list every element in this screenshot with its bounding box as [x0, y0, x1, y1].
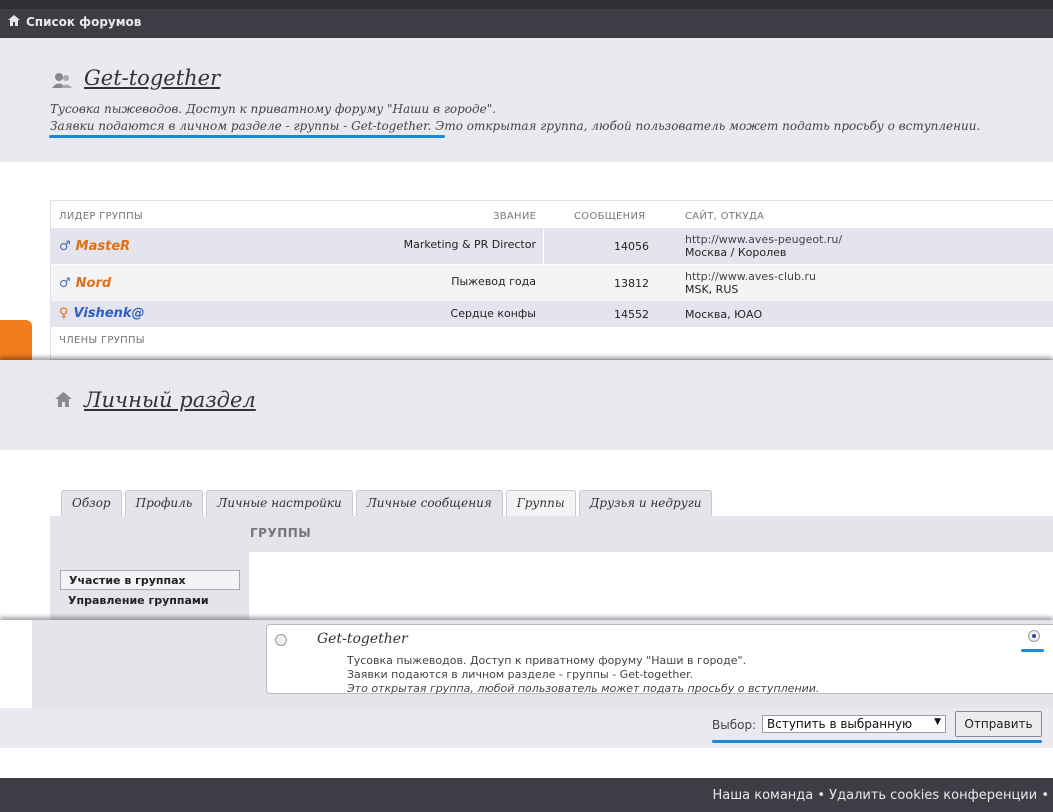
username-link[interactable]: ♀ Vishenk@ [59, 306, 145, 321]
tab-groups[interactable]: Группы [505, 490, 576, 516]
footer: Наша команда • Удалить cookies конференц… [0, 778, 1053, 812]
user-site: Москва, ЮАО [685, 308, 762, 321]
username-link[interactable]: ♂ Nord [59, 276, 111, 291]
username-link[interactable]: ♂ MasteR [59, 239, 130, 254]
tab-friends[interactable]: Друзья и недруги [578, 490, 713, 516]
tab-messages[interactable]: Личные сообщения [355, 490, 503, 516]
group-item-line2: Заявки подаются в личном разделе - групп… [347, 668, 694, 681]
sidebar-item-manage[interactable]: Управление группами [68, 594, 209, 607]
group-description: Тусовка пыжеводов. Доступ к приватному ф… [50, 101, 980, 135]
action-select[interactable]: Вступить в выбранную ▼ [762, 715, 946, 733]
radio-left[interactable] [275, 634, 287, 646]
user-site: http://www.aves-peugeot.ru/Москва / Коро… [685, 233, 842, 259]
tab-body: ГРУППЫ Участие в группах Управление груп… [50, 516, 1053, 620]
group-item-name: Get-together [317, 631, 408, 647]
site-url[interactable]: http://www.aves-peugeot.ru/ [685, 233, 842, 246]
site-url[interactable]: http://www.aves-club.ru [685, 270, 816, 283]
highlight-underline [1021, 649, 1044, 652]
footer-links[interactable]: Наша команда • Удалить cookies конференц… [712, 788, 1049, 803]
radio-select-group[interactable] [1028, 630, 1040, 642]
group-title[interactable]: Get-together [84, 66, 220, 90]
user-location: Москва / Королев [685, 246, 787, 259]
chevron-down-icon: ▼ [934, 717, 941, 727]
members-header: ЧЛЕНЫ ГРУППЫ [59, 335, 145, 346]
tab-settings[interactable]: Личные настройки [206, 490, 353, 516]
content-area [249, 552, 1053, 620]
submit-button[interactable]: Отправить [955, 711, 1042, 737]
breadcrumb[interactable]: Список форумов [8, 15, 141, 29]
group-desc-line1: Тусовка пыжеводов. Доступ к приватному ф… [50, 102, 497, 116]
th-site: САЙТ, ОТКУДА [685, 211, 765, 222]
home-icon [55, 392, 72, 410]
user-location: Москва, ЮАО [685, 308, 763, 321]
group-page-panel: Get-together Тусовка пыжеводов. Доступ к… [0, 38, 1053, 360]
highlight-underline [49, 135, 445, 138]
table-row: ♂ Nord Пыжевод года 13812 http://www.aves… [51, 265, 1053, 301]
group-item-text: Тусовка пыжеводов. Доступ к приватному ф… [347, 654, 819, 696]
tab-profile[interactable]: Профиль [124, 490, 204, 516]
personal-section-panel: Личный раздел Обзор Профиль Личные настр… [0, 360, 1053, 620]
tab-overview[interactable]: Обзор [61, 490, 122, 516]
action-select-value: Вступить в выбранную [767, 717, 913, 731]
post-count: 14056 [614, 240, 649, 253]
table-row: ♂ MasteR Marketing & PR Director 14056 ht… [51, 228, 1053, 264]
group-desc-link: Заявки подаются в личном разделе - групп… [50, 119, 432, 133]
group-leaders-table: ЛИДЕР ГРУППЫ ЗВАНИЕ СООБЩЕНИЯ САЙТ, ОТКУ… [50, 200, 1053, 360]
sidebar-item-membership[interactable]: Участие в группах [60, 570, 240, 590]
action-form: Выбор: Вступить в выбранную ▼ Отправить [0, 708, 1053, 748]
user-location: MSK, RUS [685, 283, 739, 296]
group-header: Get-together Тусовка пыжеводов. Доступ к… [0, 38, 1053, 162]
group-item-line3: Это открытая группа, любой пользователь … [347, 682, 820, 695]
highlight-underline [712, 740, 1042, 743]
personal-header: Личный раздел [0, 360, 1053, 450]
user-rank: Сердце конфы [450, 307, 536, 320]
group-item-line1: Тусовка пыжеводов. Доступ к приватному ф… [347, 654, 747, 667]
user-rank: Пыжевод года [451, 275, 536, 288]
post-count: 13812 [614, 277, 649, 290]
th-posts: СООБЩЕНИЯ [574, 211, 646, 222]
tab-bar: Обзор Профиль Личные настройки Личные со… [61, 490, 713, 516]
th-rank: ЗВАНИЕ [493, 211, 537, 222]
top-navbar: Список форумов [0, 0, 1053, 38]
user-site: http://www.aves-club.ru MSK, RUS [685, 270, 816, 296]
choice-label: Выбор: [712, 718, 757, 732]
th-leader: ЛИДЕР ГРУППЫ [59, 211, 144, 222]
forum-list-link[interactable]: Список форумов [26, 15, 141, 29]
post-count: 14552 [614, 308, 649, 321]
table-row: ♀ Vishenk@ Сердце конфы 14552 Москва, ЮАО [51, 301, 1053, 327]
personal-title[interactable]: Личный раздел [84, 388, 256, 412]
sidebar-bg [32, 620, 249, 708]
user-rank: Marketing & PR Director [403, 238, 536, 251]
group-select-panel: Get-together Тусовка пыжеводов. Доступ к… [0, 620, 1053, 708]
group-desc-rest: Это открытая группа, любой пользователь … [431, 119, 981, 133]
group-list-item: Get-together Тусовка пыжеводов. Доступ к… [266, 624, 1053, 696]
users-icon [52, 72, 72, 91]
section-header: ГРУППЫ [250, 526, 312, 540]
home-icon [8, 15, 20, 29]
